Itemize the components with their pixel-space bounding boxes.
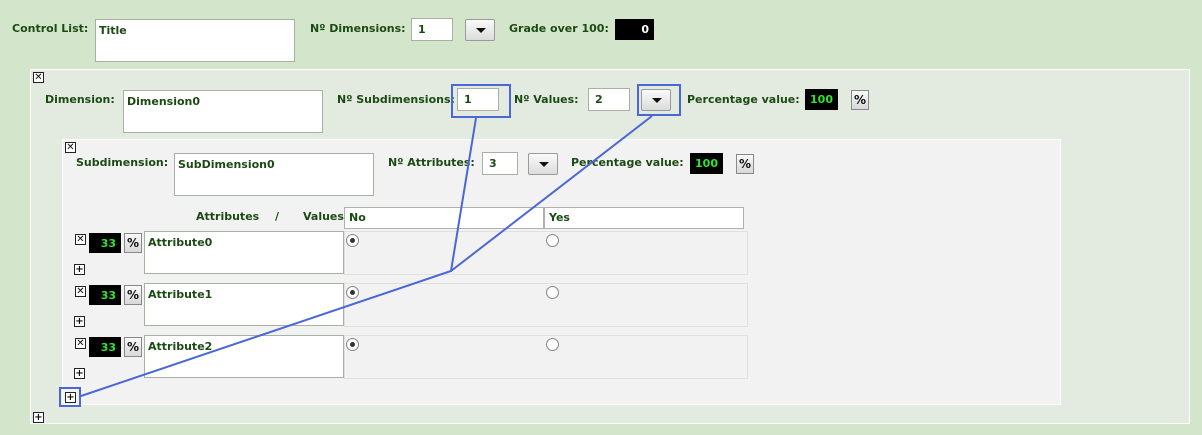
annotation-connector-lines [80, 115, 653, 397]
connector-line-values [450, 115, 653, 272]
connector-line-subdimensions [80, 117, 477, 397]
